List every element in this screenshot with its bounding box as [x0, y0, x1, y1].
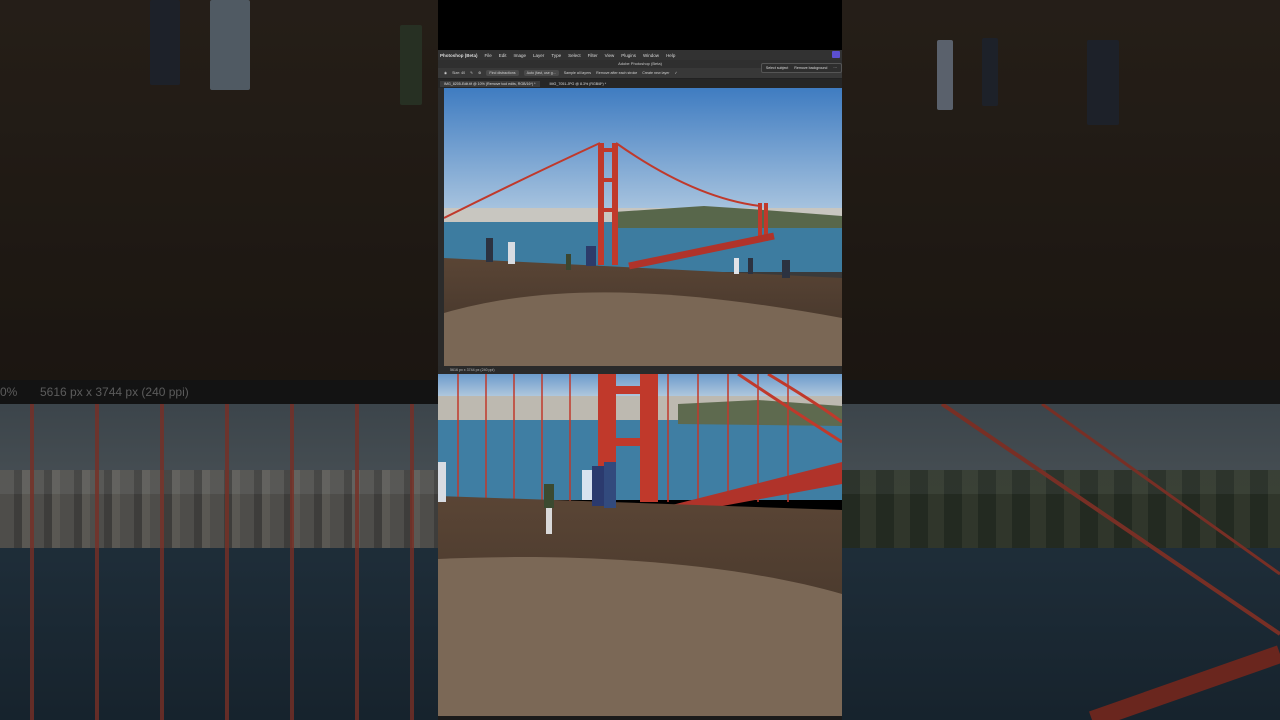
select-subject-button[interactable]: Select subject — [766, 66, 788, 70]
tab-document-2[interactable]: IMG_7051.JPG @ 8.3% (RGB/8*) * — [550, 82, 607, 86]
menu-layer[interactable]: Layer — [533, 53, 544, 58]
remove-background-button[interactable]: Remove background — [794, 66, 827, 70]
gear-icon[interactable]: ⚙ — [478, 71, 481, 75]
left-background-panel: 0% 5616 px x 3744 px (240 ppi) — [0, 0, 438, 720]
workspace-icon[interactable] — [832, 51, 840, 58]
more-icon[interactable]: ⋯ — [833, 66, 837, 70]
status-bar: 5616 px x 3744 px (240 ppi) — [438, 366, 842, 374]
app-name[interactable]: Photoshop (Beta) — [440, 53, 478, 58]
menu-plugins[interactable]: Plugins — [621, 53, 636, 58]
find-distractions-button[interactable]: Find distractions — [486, 70, 519, 76]
brush-icon[interactable]: ✎ — [470, 71, 473, 75]
menu-type[interactable]: Type — [551, 53, 561, 58]
document-tabs: IMG_8205-Edit.tif @ 10% (Remove tool edi… — [438, 79, 842, 88]
document-canvas[interactable] — [444, 88, 842, 366]
menu-filter[interactable]: Filter — [588, 53, 598, 58]
remove-after-stroke-checkbox[interactable]: Remove after each stroke — [596, 71, 637, 75]
create-new-layer-checkbox[interactable]: Create new layer — [642, 71, 669, 75]
golden-gate-photo-close — [438, 374, 842, 716]
brush-size[interactable]: Size: 40 — [452, 71, 465, 75]
remove-tool-icon[interactable]: ◉ — [444, 71, 447, 75]
menu-edit[interactable]: Edit — [499, 53, 507, 58]
menu-image[interactable]: Image — [514, 53, 527, 58]
right-background-panel — [842, 0, 1280, 720]
menu-help[interactable]: Help — [666, 53, 675, 58]
golden-gate-photo-wide — [444, 88, 842, 366]
menu-select[interactable]: Select — [568, 53, 581, 58]
photoshop-window: Photoshop (Beta) File Edit Image Layer T… — [438, 50, 842, 370]
menu-window[interactable]: Window — [643, 53, 659, 58]
commit-icon[interactable]: ✓ — [674, 71, 677, 75]
menu-file[interactable]: File — [485, 53, 492, 58]
menu-bar: Photoshop (Beta) File Edit Image Layer T… — [438, 50, 842, 60]
mode-select[interactable]: Auto (fast, use g... — [523, 70, 559, 76]
contextual-task-bar: Select subject Remove background ⋯ — [760, 63, 842, 73]
menu-view[interactable]: View — [605, 53, 615, 58]
center-column: Photoshop (Beta) File Edit Image Layer T… — [438, 0, 842, 720]
sample-all-layers-checkbox[interactable]: Sample all layers — [564, 71, 591, 75]
tab-document-1[interactable]: IMG_8205-Edit.tif @ 10% (Remove tool edi… — [440, 80, 540, 87]
